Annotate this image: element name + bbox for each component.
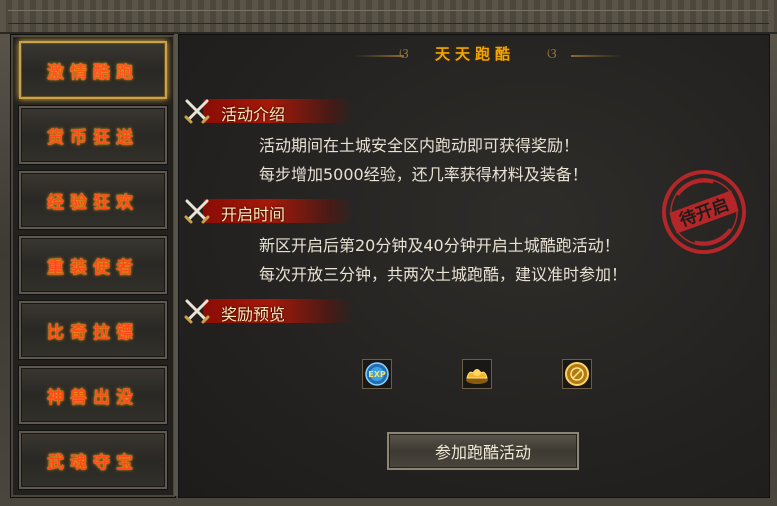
frame-top-border bbox=[0, 0, 777, 34]
join-parkour-button[interactable]: 参加跑酷活动 bbox=[387, 432, 579, 470]
section-line: 新区开启后第20分钟及40分钟开启土城酷跑活动！ bbox=[259, 236, 620, 255]
activity-panel: ଓ 天天跑酷 ଓ 活动介绍 活动期间在土城安全区内跑动即可获得奖励！ 每步增加5… bbox=[178, 34, 770, 498]
exp-icon: EXP bbox=[365, 362, 389, 386]
section-heading: 奖励预览 bbox=[221, 305, 286, 324]
sidebar-item-label: 比奇拉镖 bbox=[47, 322, 139, 343]
sidebar-item-label: 神兽出没 bbox=[47, 387, 139, 408]
not-started-stamp: 待开启 bbox=[662, 170, 746, 254]
section-heading: 开启时间 bbox=[221, 205, 286, 224]
reward-item-coin[interactable] bbox=[562, 359, 592, 389]
coin-icon bbox=[565, 362, 589, 386]
sidebar-item-beast[interactable]: 神兽出没 bbox=[19, 366, 167, 424]
sidebar-item-experience[interactable]: 经验狂欢 bbox=[19, 171, 167, 229]
sidebar-item-label: 货币狂送 bbox=[47, 127, 139, 148]
section-heading: 活动介绍 bbox=[221, 105, 286, 124]
reward-item-exp[interactable]: EXP bbox=[362, 359, 392, 389]
crossed-swords-icon bbox=[184, 299, 210, 324]
sidebar-item-currency[interactable]: 货币狂送 bbox=[19, 106, 167, 164]
section-header-rewards: 奖励预览 bbox=[183, 297, 353, 325]
sidebar-item-escort[interactable]: 比奇拉镖 bbox=[19, 301, 167, 359]
panel-title: 天天跑酷 bbox=[434, 45, 515, 63]
crossed-swords-icon bbox=[184, 99, 210, 124]
section-line: 每步增加5000经验，还几率获得材料及装备！ bbox=[259, 165, 588, 184]
crossed-swords-icon bbox=[184, 199, 210, 224]
section-line: 每次开放三分钟，共两次土城跑酷，建议准时参加！ bbox=[259, 265, 628, 284]
sidebar-item-soul-treasure[interactable]: 武魂夺宝 bbox=[19, 431, 167, 489]
sidebar-item-label: 重装使者 bbox=[47, 257, 139, 278]
exp-icon-text: EXP bbox=[368, 370, 386, 379]
stamp-text: 待开启 bbox=[677, 194, 732, 231]
section-header-time: 开启时间 bbox=[183, 197, 353, 225]
section-body: 新区开启后第20分钟及40分钟开启土城酷跑活动！ 每次开放三分钟，共两次土城跑酷… bbox=[259, 231, 627, 289]
gold-ingot-icon bbox=[466, 369, 488, 384]
activity-sidebar: 激情酷跑 货币狂送 经验狂欢 重装使者 比奇拉镖 神兽出没 武魂夺宝 bbox=[10, 34, 176, 498]
title-line-right bbox=[571, 55, 621, 57]
sidebar-item-label: 武魂夺宝 bbox=[47, 452, 139, 473]
section-header-intro: 活动介绍 bbox=[183, 97, 353, 125]
sidebar-item-parkour[interactable]: 激情酷跑 bbox=[19, 41, 167, 99]
sidebar-item-label: 激情酷跑 bbox=[47, 62, 139, 83]
window-frame: 激情酷跑 货币狂送 经验狂欢 重装使者 比奇拉镖 神兽出没 武魂夺宝 ଓ 天天跑… bbox=[0, 0, 777, 506]
sidebar-item-heavy-envoy[interactable]: 重装使者 bbox=[19, 236, 167, 294]
section-line: 活动期间在土城安全区内跑动即可获得奖励！ bbox=[259, 136, 580, 155]
section-body: 活动期间在土城安全区内跑动即可获得奖励！ 每步增加5000经验，还几率获得材料及… bbox=[259, 131, 588, 189]
sidebar-item-label: 经验狂欢 bbox=[47, 192, 139, 213]
reward-item-gold[interactable] bbox=[462, 359, 492, 389]
title-ornament-right-icon: ଓ bbox=[547, 46, 557, 62]
